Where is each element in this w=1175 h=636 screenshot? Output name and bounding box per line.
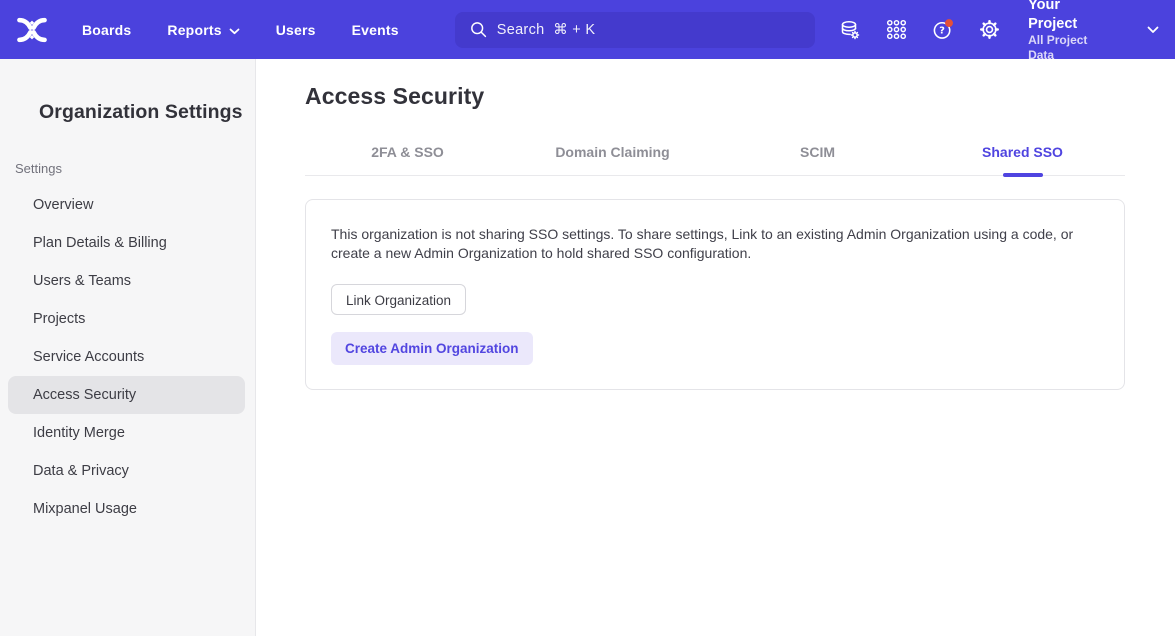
shared-sso-description: This organization is not sharing SSO set… [331,225,1099,263]
link-organization-row: Link Organization [331,284,1099,315]
project-switcher[interactable]: Your Project All Project Data [1028,0,1159,63]
create-admin-organization-row: Create Admin Organization [331,315,1099,365]
sidebar-item-plan-details-billing[interactable]: Plan Details & Billing [8,224,245,262]
top-navbar: Boards Reports Users Events [0,0,1175,59]
search-bar[interactable] [455,12,815,48]
tab-shared-sso[interactable]: Shared SSO [920,144,1125,175]
sidebar-menu: Overview Plan Details & Billing Users & … [0,186,255,528]
search-icon [469,20,488,39]
shared-sso-card: This organization is not sharing SSO set… [305,199,1125,390]
project-switcher-text: Your Project All Project Data [1028,0,1109,63]
page-title: Access Security [305,83,1125,110]
tab-2fa-sso[interactable]: 2FA & SSO [305,144,510,175]
nav-item-boards-label: Boards [82,22,131,38]
sidebar-item-overview[interactable]: Overview [8,186,245,224]
tab-domain-claiming[interactable]: Domain Claiming [510,144,715,175]
sidebar-item-identity-merge[interactable]: Identity Merge [8,414,245,452]
data-management-icon[interactable] [838,18,862,42]
nav-item-boards[interactable]: Boards [82,22,131,38]
settings-sidebar: Organization Settings Settings Overview … [0,59,256,636]
sidebar-section-label: Settings [15,161,255,176]
svg-text:?: ? [939,26,945,37]
nav-item-reports-label: Reports [167,22,221,38]
tab-scim-label: SCIM [800,144,835,160]
main-content: Access Security 2FA & SSO Domain Claimin… [256,59,1175,636]
sidebar-item-projects[interactable]: Projects [8,300,245,338]
project-name: Your Project [1028,0,1109,33]
nav-item-events[interactable]: Events [352,22,399,38]
tab-bar: 2FA & SSO Domain Claiming SCIM Shared SS… [305,144,1125,176]
nav-item-users[interactable]: Users [276,22,316,38]
tab-domain-claiming-label: Domain Claiming [555,144,669,160]
apps-grid-icon[interactable] [885,18,908,42]
sidebar-item-access-security[interactable]: Access Security [8,376,245,414]
help-icon[interactable]: ? [931,18,955,42]
navbar-right-actions: ? Your Project All Project Data [815,0,1159,63]
search-input[interactable] [497,22,805,38]
sidebar-item-users-teams[interactable]: Users & Teams [8,262,245,300]
sidebar-item-service-accounts[interactable]: Service Accounts [8,338,245,376]
project-data-scope: All Project Data [1028,33,1109,63]
nav-item-events-label: Events [352,22,399,38]
sidebar-item-mixpanel-usage[interactable]: Mixpanel Usage [8,490,245,528]
nav-item-users-label: Users [276,22,316,38]
active-tab-underline [1003,173,1043,177]
chevron-down-icon [229,22,240,38]
nav-links: Boards Reports Users Events [82,22,399,38]
notification-dot [945,19,953,27]
tab-shared-sso-label: Shared SSO [982,144,1063,160]
settings-gear-icon[interactable] [978,18,1001,42]
sidebar-title: Organization Settings [39,101,255,124]
chevron-down-icon [1147,21,1159,39]
sidebar-item-data-privacy[interactable]: Data & Privacy [8,452,245,490]
nav-item-reports[interactable]: Reports [167,22,239,38]
tab-scim[interactable]: SCIM [715,144,920,175]
link-organization-button[interactable]: Link Organization [331,284,466,315]
mixpanel-logo-icon[interactable] [14,14,51,46]
create-admin-organization-button[interactable]: Create Admin Organization [331,332,533,365]
tab-2fa-sso-label: 2FA & SSO [371,144,444,160]
